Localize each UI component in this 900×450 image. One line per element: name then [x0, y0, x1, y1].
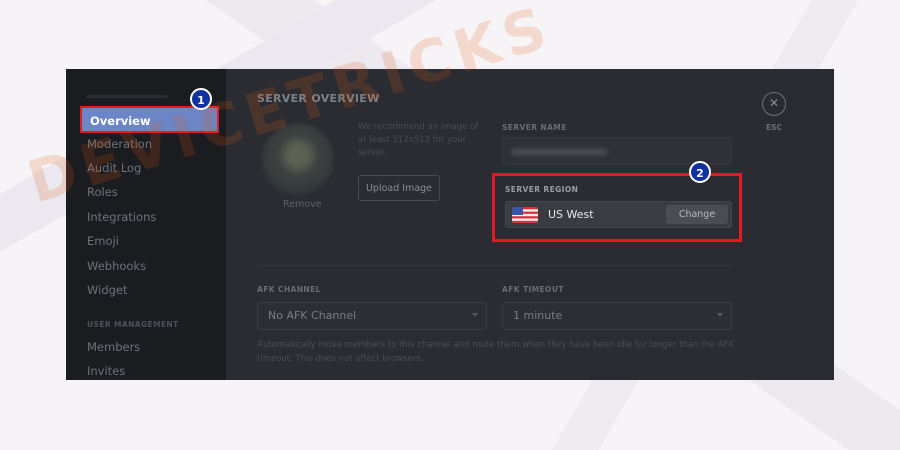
- sidebar-item-invites[interactable]: Invites: [87, 364, 125, 378]
- chevron-down-icon: [717, 313, 723, 317]
- settings-content: SERVER OVERVIEW Remove We recommend an i…: [226, 69, 834, 380]
- icon-size-hint: We recommend an image of at least 512x51…: [358, 122, 479, 158]
- server-name-placeholder: [86, 95, 168, 98]
- server-region-value: US West: [548, 208, 594, 221]
- page-title: SERVER OVERVIEW: [257, 92, 380, 105]
- sidebar-item-integrations[interactable]: Integrations: [87, 210, 156, 224]
- change-region-button[interactable]: Change: [666, 205, 728, 224]
- sidebar-item-emoji[interactable]: Emoji: [87, 234, 119, 248]
- server-avatar[interactable]: [262, 123, 334, 195]
- sidebar-item-audit-log[interactable]: Audit Log: [87, 161, 141, 175]
- upload-image-button[interactable]: Upload Image: [358, 175, 440, 201]
- close-icon[interactable]: ✕: [762, 92, 786, 116]
- server-region-selector: US West Change: [505, 201, 732, 228]
- settings-sidebar: Overview Moderation Audit Log Roles Inte…: [66, 69, 226, 380]
- afk-timeout-select[interactable]: 1 minute: [502, 302, 732, 330]
- server-name-blurred-value: [511, 149, 607, 155]
- server-settings-window: Overview Moderation Audit Log Roles Inte…: [66, 69, 834, 380]
- section-divider: [257, 265, 731, 266]
- sidebar-item-widget[interactable]: Widget: [87, 283, 128, 297]
- server-region-label: SERVER REGION: [505, 185, 579, 194]
- remove-avatar-link[interactable]: Remove: [283, 199, 322, 210]
- step-badge-2: 2: [689, 161, 711, 183]
- esc-label: ESC: [766, 123, 783, 132]
- afk-timeout-label: AFK TIMEOUT: [502, 285, 564, 294]
- sidebar-item-webhooks[interactable]: Webhooks: [87, 259, 146, 273]
- afk-description: Automatically move members to this chann…: [257, 340, 735, 364]
- sidebar-item-overview[interactable]: Overview: [80, 106, 219, 133]
- sidebar-item-members[interactable]: Members: [87, 340, 140, 354]
- server-region-highlight: SERVER REGION US West Change: [492, 173, 742, 242]
- server-name-label: SERVER NAME: [502, 123, 567, 132]
- step-badge-1: 1: [190, 88, 212, 110]
- chevron-down-icon: [472, 313, 478, 317]
- sidebar-item-roles[interactable]: Roles: [87, 185, 118, 199]
- sidebar-section-user-management: USER MANAGEMENT: [87, 320, 179, 329]
- sidebar-item-moderation[interactable]: Moderation: [87, 137, 152, 151]
- afk-channel-value: No AFK Channel: [268, 309, 357, 322]
- afk-timeout-value: 1 minute: [513, 309, 563, 322]
- us-flag-icon: [512, 207, 538, 223]
- afk-channel-select[interactable]: No AFK Channel: [257, 302, 487, 330]
- afk-channel-label: AFK CHANNEL: [257, 285, 321, 294]
